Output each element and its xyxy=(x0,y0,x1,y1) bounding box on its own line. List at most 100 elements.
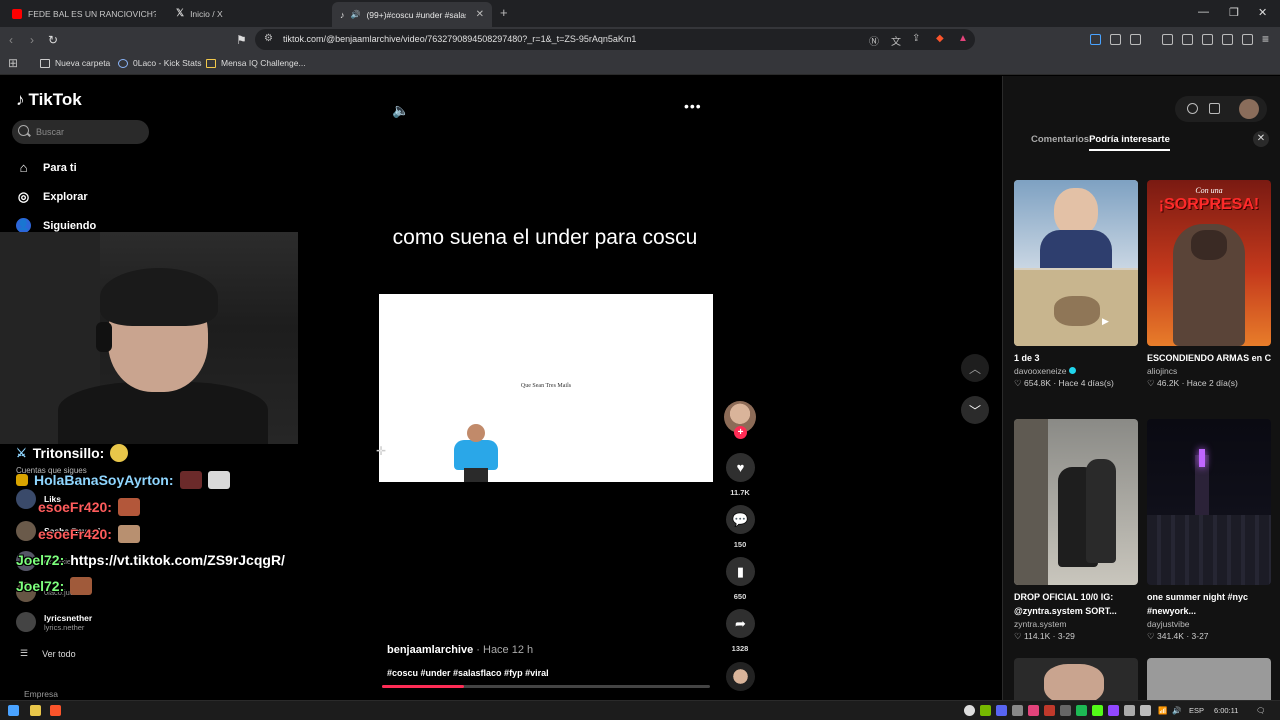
wifi-icon[interactable]: 📶 xyxy=(1158,706,1167,715)
video-author[interactable]: benjaamlarchive xyxy=(387,644,473,656)
card-caption: one summer night #nyc #newyork... xyxy=(1147,592,1249,616)
footer-empresa[interactable]: Empresa xyxy=(24,689,58,699)
bookmark-label: Nueva carpeta xyxy=(55,58,111,68)
video-progress-bar[interactable] xyxy=(382,685,710,688)
extension-icon[interactable] xyxy=(1130,34,1141,45)
nvidia-icon[interactable] xyxy=(980,705,991,716)
tray-app-icon[interactable] xyxy=(1076,705,1087,716)
card-time: Hace 2 día(s) xyxy=(1186,378,1238,388)
forward-icon[interactable]: › xyxy=(30,33,34,47)
search-input[interactable] xyxy=(36,124,146,140)
video-person xyxy=(449,424,503,482)
new-tab-button[interactable]: + xyxy=(500,5,508,20)
compass-icon[interactable] xyxy=(1187,103,1198,114)
leo-ai-icon[interactable] xyxy=(1222,34,1233,45)
tab-title: Inicio / X xyxy=(190,8,223,19)
bookmark-kick-stats[interactable]: 0Laco - Kick Stats xyxy=(118,58,202,68)
media-icon[interactable] xyxy=(1162,34,1173,45)
recommended-card[interactable]: DROP OFICIAL 10/0 IG: @zyntra.system SOR… xyxy=(1014,419,1138,642)
tray-app-icon[interactable] xyxy=(1028,705,1039,716)
device-icon[interactable] xyxy=(1209,103,1220,114)
music-disc[interactable] xyxy=(726,662,755,691)
extension-icon[interactable] xyxy=(1110,34,1121,45)
previous-video-button[interactable]: ︿ xyxy=(961,354,989,382)
extension-icon[interactable] xyxy=(1090,34,1101,45)
tray-app-icon[interactable] xyxy=(1012,705,1023,716)
thumb-animal xyxy=(1054,296,1100,326)
see-all-button[interactable]: ☰ Ver todo xyxy=(20,648,76,659)
bookmark-folder[interactable]: Nueva carpeta xyxy=(40,58,110,68)
browser-tab-youtube[interactable]: FEDE BAL ES UN RANCIOVICH? Me D xyxy=(4,4,164,23)
browser-tab-x[interactable]: 𝕏 Inicio / X xyxy=(168,4,328,23)
nav-item-following[interactable]: 👤 Siguiendo xyxy=(16,218,96,233)
menu-icon[interactable]: ≡ xyxy=(1262,32,1269,46)
vpn-icon[interactable] xyxy=(1242,34,1253,45)
video-player[interactable]: Que Sean Tres Mails xyxy=(379,294,713,482)
profile-avatar[interactable] xyxy=(1239,99,1259,119)
clock[interactable]: 6:00:11 xyxy=(1214,706,1238,715)
notifications-icon[interactable]: 🗨 xyxy=(1256,706,1266,715)
sidebar-icon[interactable] xyxy=(1182,34,1193,45)
search-box[interactable] xyxy=(12,120,149,144)
nav-item-for-you[interactable]: ⌂ Para ti xyxy=(16,160,77,175)
language-indicator[interactable]: ESP xyxy=(1189,706,1204,715)
brave-browser-icon[interactable] xyxy=(50,705,61,716)
search-icon xyxy=(18,125,29,136)
tiktok-logo[interactable]: ♪ TikTok xyxy=(16,90,82,110)
browser-tab-tiktok[interactable]: ♪ 🔊 (99+)#coscu #under #salasfla ✕ xyxy=(332,2,492,27)
recommended-card[interactable]: Con una ¡SORPRESA! ESCONDIENDO ARMAS en … xyxy=(1147,180,1271,389)
recommended-card-partial[interactable] xyxy=(1014,658,1138,700)
share-button[interactable]: ➦ xyxy=(726,609,755,638)
comment-button[interactable]: 💬 xyxy=(726,505,755,534)
translate-icon[interactable]: 文 xyxy=(891,33,901,48)
recommended-card[interactable]: one summer night #nyc #newyork... dayjus… xyxy=(1147,419,1271,642)
minimize-icon[interactable]: — xyxy=(1198,6,1209,18)
card-meta: ♡ 114.1K · 3-29 xyxy=(1014,631,1075,641)
close-window-icon[interactable]: ✕ xyxy=(1258,6,1267,19)
save-button[interactable]: ▮ xyxy=(726,557,755,586)
discord-icon[interactable] xyxy=(996,705,1007,716)
like-count: 11.7K xyxy=(730,488,750,497)
tray-app-icon[interactable] xyxy=(1108,705,1119,716)
tray-app-icon[interactable] xyxy=(964,705,975,716)
next-video-button[interactable]: ﹀ xyxy=(961,396,989,424)
bookmark-mensa[interactable]: Mensa IQ Challenge... xyxy=(206,58,306,68)
video-author-line[interactable]: benjaamlarchive · Hace 12 h xyxy=(387,644,533,656)
url-text[interactable]: tiktok.com/@benjaamlarchive/video/763279… xyxy=(283,34,636,44)
recommended-card-partial[interactable] xyxy=(1147,658,1271,700)
tray-app-icon[interactable] xyxy=(1060,705,1071,716)
tab-comments[interactable]: Comentarios xyxy=(1031,134,1089,151)
volume-icon[interactable]: 🔈 xyxy=(392,102,409,119)
follow-plus-icon[interactable]: + xyxy=(734,426,747,439)
file-explorer-icon[interactable] xyxy=(30,705,41,716)
kick-icon[interactable] xyxy=(1092,705,1103,716)
site-settings-icon[interactable]: ⚙ xyxy=(264,33,273,44)
back-icon[interactable]: ‹ xyxy=(9,33,13,47)
windows-start-icon[interactable] xyxy=(8,705,19,716)
brave-rewards-icon[interactable]: ▲ xyxy=(958,33,968,44)
tray-app-icon[interactable] xyxy=(1124,705,1135,716)
nav-item-explore[interactable]: ◎ Explorar xyxy=(16,189,88,204)
following-item[interactable]: lyricsnether lyrics.nether xyxy=(16,612,92,632)
no-tracking-icon[interactable]: Ⓝ xyxy=(869,33,879,48)
restore-icon[interactable]: ❐ xyxy=(1229,6,1239,19)
reload-icon[interactable]: ↻ xyxy=(48,33,58,47)
volume-tray-icon[interactable]: 🔊 xyxy=(1172,706,1181,715)
brave-shield-icon[interactable]: ◆ xyxy=(936,33,944,44)
close-tab-icon[interactable]: ✕ xyxy=(476,9,484,20)
omnibox[interactable]: ⚙ tiktok.com/@benjaamlarchive/video/7632… xyxy=(255,29,975,50)
share-icon[interactable]: ⇪ xyxy=(912,33,920,44)
emote-icon xyxy=(117,498,140,516)
wallet-icon[interactable] xyxy=(1202,34,1213,45)
tray-app-icon[interactable] xyxy=(1140,705,1151,716)
chat-line: esoeFr420: xyxy=(38,525,140,543)
like-button[interactable]: ♥ xyxy=(726,453,755,482)
bookmark-page-icon[interactable]: ⚑ xyxy=(236,33,247,47)
apps-grid-icon[interactable]: ⊞ xyxy=(8,56,18,70)
tray-app-icon[interactable] xyxy=(1044,705,1055,716)
video-hashtags[interactable]: #coscu #under #salasflaco #fyp #viral xyxy=(387,668,549,678)
recommended-card[interactable]: ▶ 1 de 3 davooxeneize ♡ 654.8K · Hace 4 … xyxy=(1014,180,1138,389)
close-panel-button[interactable]: ✕ xyxy=(1253,131,1269,147)
more-options-icon[interactable]: ••• xyxy=(684,98,702,114)
tab-may-interest[interactable]: Podría interesarte xyxy=(1089,134,1170,151)
